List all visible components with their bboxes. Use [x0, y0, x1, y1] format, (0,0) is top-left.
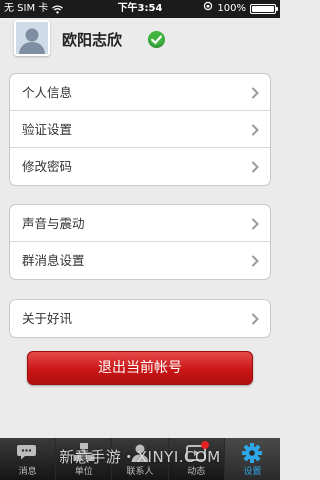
battery-percent: 100% — [217, 3, 246, 14]
status-right: 100% — [203, 0, 278, 18]
chevron-right-icon — [250, 313, 260, 325]
tab-bar: 消息 单位 联系人 动态 设置 — [0, 438, 281, 480]
settings-group-notifications: 声音与震动 群消息设置 — [9, 204, 271, 280]
tab-moments[interactable]: 动态 — [169, 438, 225, 480]
menu-item-label: 声音与震动 — [22, 216, 85, 231]
notification-badge — [200, 441, 209, 449]
battery-icon — [250, 4, 278, 14]
chat-icon — [16, 442, 40, 464]
menu-item-label: 群消息设置 — [22, 253, 85, 268]
battery-fill — [252, 6, 274, 12]
gear-icon — [240, 442, 264, 464]
chevron-right-icon — [250, 218, 260, 230]
tab-settings[interactable]: 设置 — [224, 438, 281, 480]
organization-icon — [72, 442, 96, 464]
verified-check-icon — [148, 31, 165, 48]
menu-item-label: 个人信息 — [22, 85, 73, 100]
menu-item-label: 修改密码 — [22, 159, 73, 174]
tab-label: 单位 — [74, 467, 93, 477]
logout-button[interactable]: 退出当前帐号 — [27, 351, 253, 385]
status-bar: 无 SIM 卡 下午3:54 100% — [0, 0, 280, 18]
chevron-right-icon — [250, 87, 260, 99]
chevron-right-icon — [250, 161, 260, 173]
menu-item-about[interactable]: 关于好讯 — [10, 300, 270, 337]
profile-name: 欧阳志欣 — [62, 31, 123, 49]
settings-group-account: 个人信息 验证设置 修改密码 — [9, 73, 271, 186]
menu-item-sound-vibration[interactable]: 声音与震动 — [10, 205, 270, 242]
orientation-lock-icon — [203, 0, 213, 18]
settings-group-about: 关于好讯 — [9, 299, 271, 338]
tab-organization[interactable]: 单位 — [56, 438, 113, 480]
avatar[interactable] — [14, 20, 50, 56]
menu-item-group-message-settings[interactable]: 群消息设置 — [10, 242, 270, 279]
contacts-icon — [128, 442, 152, 464]
tab-label: 消息 — [18, 467, 37, 477]
menu-item-label: 验证设置 — [22, 122, 73, 137]
menu-item-label: 关于好讯 — [22, 311, 73, 326]
tab-contacts[interactable]: 联系人 — [112, 438, 169, 480]
profile-header[interactable]: 欧阳志欣 — [0, 18, 280, 62]
tab-messages[interactable]: 消息 — [0, 438, 57, 480]
menu-item-personal-info[interactable]: 个人信息 — [10, 74, 270, 111]
tab-label: 联系人 — [126, 467, 154, 477]
chevron-right-icon — [250, 124, 260, 136]
menu-item-verification-settings[interactable]: 验证设置 — [10, 111, 270, 148]
tab-label: 动态 — [187, 467, 206, 477]
chevron-right-icon — [250, 255, 260, 267]
menu-item-change-password[interactable]: 修改密码 — [10, 148, 270, 185]
tab-label: 设置 — [243, 467, 262, 477]
